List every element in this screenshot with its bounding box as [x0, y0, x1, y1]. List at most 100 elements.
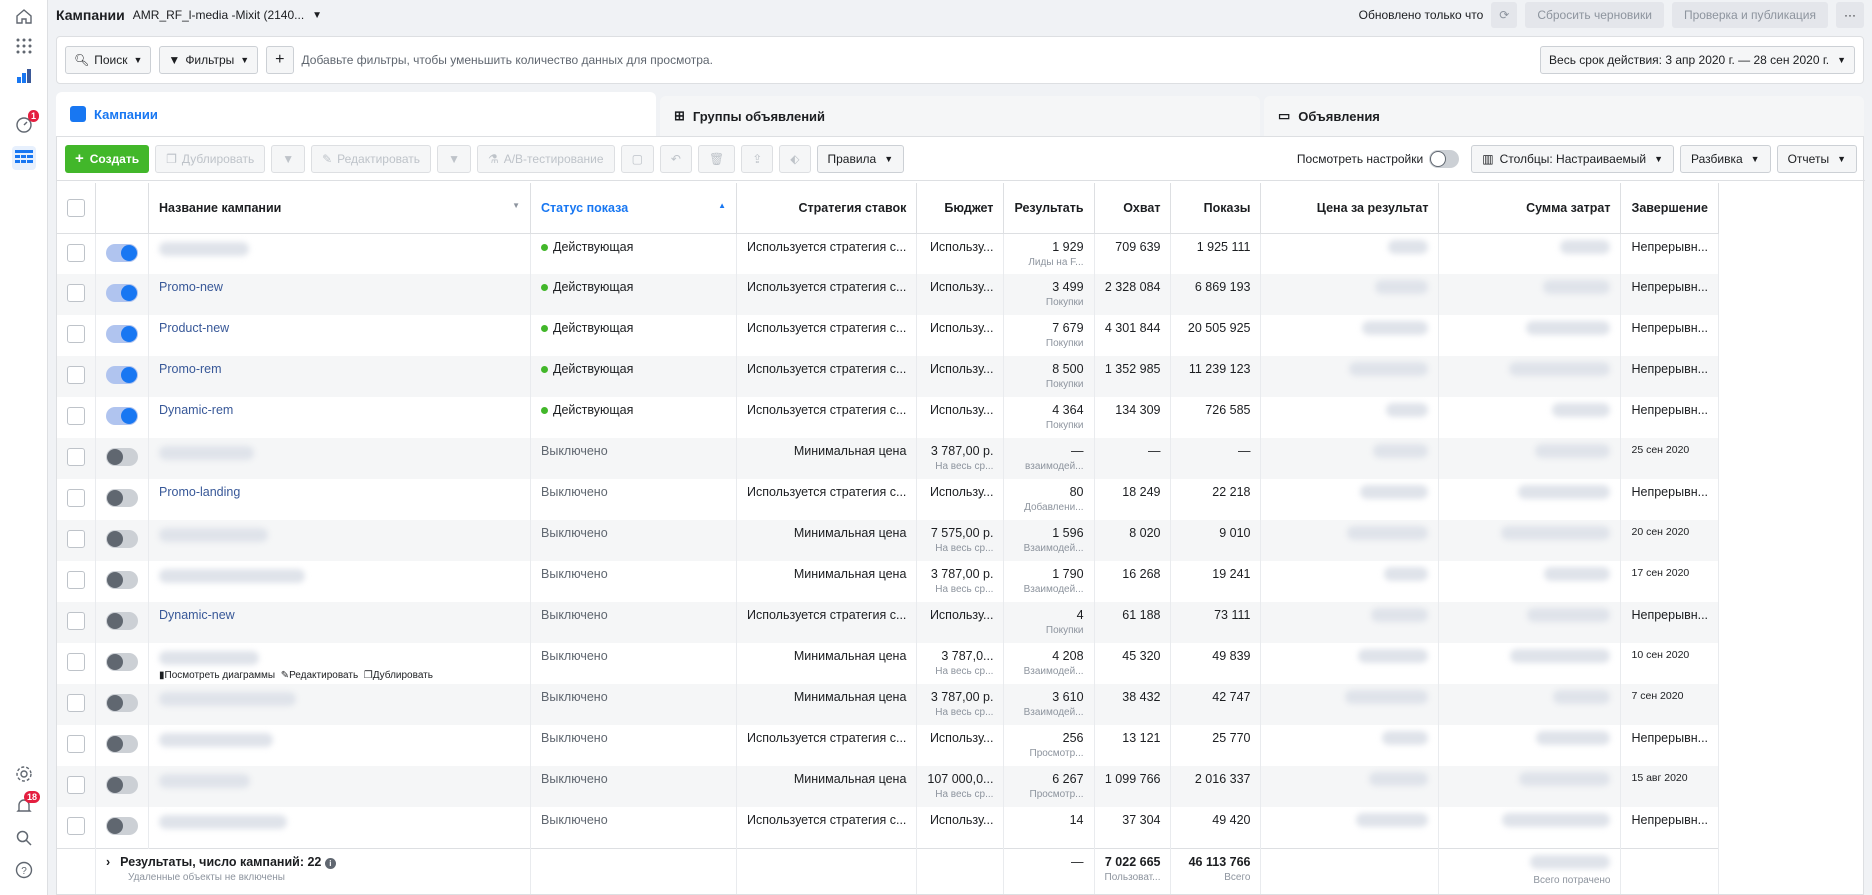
tab-adsets[interactable]: ⊞ Группы объявлений: [660, 96, 1260, 136]
edit-dropdown[interactable]: ▼: [437, 144, 471, 173]
row-toggle[interactable]: [95, 725, 149, 766]
row-checkbox[interactable]: [57, 807, 96, 848]
ads-manager-logo-icon[interactable]: [12, 64, 36, 88]
tab-ads[interactable]: ▭ Объявления: [1264, 96, 1864, 136]
row-toggle[interactable]: [95, 520, 149, 561]
table-row[interactable]: ▮Посмотреть диаграммы ✎Редактировать ❐Ду…: [57, 643, 1720, 684]
row-checkbox[interactable]: [57, 602, 96, 643]
expand-chevron-icon[interactable]: ›: [106, 855, 110, 869]
row-toggle[interactable]: [95, 438, 149, 479]
tag-icon[interactable]: ⬖: [779, 144, 811, 173]
create-button[interactable]: + Создать: [65, 144, 150, 173]
col-impressions[interactable]: Показы: [1170, 183, 1262, 234]
table-row[interactable]: Выключено Минимальная цена 3 787,00 р. На в…: [57, 684, 1720, 725]
row-checkbox[interactable]: [57, 397, 96, 438]
row-toggle[interactable]: [95, 766, 149, 807]
row-toggle[interactable]: [95, 643, 149, 684]
edit-button[interactable]: ✎ Редактировать: [311, 144, 432, 173]
more-options-button[interactable]: ···: [1836, 2, 1864, 28]
view-charts-link[interactable]: Посмотреть диаграммы: [165, 670, 276, 681]
account-selector[interactable]: AMR_RF_l-media -Mixit (2140...: [133, 8, 304, 22]
row-toggle[interactable]: [95, 479, 149, 520]
table-row[interactable]: Выключено Используется стратегия с... Испо…: [57, 725, 1720, 766]
campaign-name-link[interactable]: Promo-new: [159, 280, 223, 294]
col-end[interactable]: Завершение: [1620, 183, 1720, 234]
search-button[interactable]: 🔍︎ Поиск ▼: [65, 46, 152, 74]
col-amount-spent[interactable]: Сумма затрат: [1438, 183, 1622, 234]
col-delivery-status[interactable]: Статус показа ▲: [530, 183, 737, 234]
campaigns-table-icon[interactable]: [12, 146, 36, 170]
columns-button[interactable]: ▥ Столбцы: Настраиваемый ▼: [1471, 144, 1675, 173]
campaign-name-link[interactable]: Product-new: [159, 321, 229, 335]
row-checkbox[interactable]: [57, 725, 96, 766]
edit-link[interactable]: Редактировать: [289, 670, 358, 681]
table-row[interactable]: Выключено Минимальная цена 3 787,00 р. На в…: [57, 561, 1720, 602]
view-settings-toggle[interactable]: [1429, 149, 1460, 168]
row-checkbox[interactable]: [57, 643, 96, 684]
duplicate-button[interactable]: ❐ Дублировать: [155, 144, 266, 173]
tab-campaigns[interactable]: Кампании: [56, 92, 656, 136]
settings-gear-icon[interactable]: [12, 762, 36, 786]
duplicate-link[interactable]: Дублировать: [373, 670, 433, 681]
row-checkbox[interactable]: [57, 520, 96, 561]
row-checkbox[interactable]: [57, 684, 96, 725]
col-cost-per-result[interactable]: Цена за результат: [1260, 183, 1440, 234]
duplicate-dropdown[interactable]: ▼: [271, 144, 306, 173]
table-row[interactable]: Dynamic-new Выключено Используется стратег…: [57, 602, 1720, 643]
table-row[interactable]: Выключено Используется стратегия с... Испо…: [57, 807, 1720, 848]
row-checkbox[interactable]: [57, 315, 96, 356]
row-toggle[interactable]: [95, 315, 149, 356]
chevron-down-icon[interactable]: ▼: [312, 10, 322, 21]
rules-button[interactable]: Правила ▼: [816, 144, 905, 173]
campaign-name-link[interactable]: Dynamic-new: [159, 608, 235, 622]
col-budget[interactable]: Бюджет: [916, 183, 1005, 234]
row-toggle[interactable]: [95, 807, 149, 848]
table-row[interactable]: Выключено Минимальная цена 7 575,00 р. На в…: [57, 520, 1720, 561]
breakdown-button[interactable]: Разбивка ▼: [1680, 144, 1771, 173]
campaign-name-link[interactable]: Dynamic-rem: [159, 403, 233, 417]
campaign-name-link[interactable]: Promo-landing: [159, 485, 240, 499]
review-publish-button[interactable]: Проверка и публикация: [1671, 2, 1828, 28]
row-checkbox[interactable]: [57, 766, 96, 807]
home-icon[interactable]: [12, 4, 36, 28]
filters-button[interactable]: ▼ Фильтры ▼: [159, 46, 259, 74]
campaign-name-link[interactable]: Promo-rem: [159, 362, 222, 376]
table-row[interactable]: Выключено Минимальная цена 107 000,0... На …: [57, 766, 1720, 807]
col-bid-strategy[interactable]: Стратегия ставок: [736, 183, 918, 234]
row-toggle[interactable]: [95, 233, 149, 274]
row-checkbox[interactable]: [57, 356, 96, 397]
table-row[interactable]: Promo-new Действующая Используется стратег…: [57, 274, 1720, 315]
row-toggle[interactable]: [95, 397, 149, 438]
lock-button[interactable]: ▢: [620, 144, 654, 173]
row-checkbox[interactable]: [57, 561, 96, 602]
row-checkbox[interactable]: [57, 479, 96, 520]
table-row[interactable]: Dynamic-rem Действующая Используется страт…: [57, 397, 1720, 438]
table-row[interactable]: Выключено Минимальная цена 3 787,00 р. На в…: [57, 438, 1720, 479]
row-toggle[interactable]: [95, 356, 149, 397]
table-row[interactable]: Promo-landing Выключено Используется страт…: [57, 479, 1720, 520]
info-icon[interactable]: i: [324, 857, 336, 869]
col-results[interactable]: Результать: [1003, 183, 1095, 234]
search-icon[interactable]: [12, 826, 36, 850]
export-icon[interactable]: ⇪: [741, 144, 774, 173]
row-toggle[interactable]: [95, 561, 149, 602]
row-checkbox[interactable]: [57, 438, 96, 479]
col-campaign-name[interactable]: Название кампании ▼: [148, 183, 531, 234]
apps-grid-icon[interactable]: [12, 34, 36, 58]
row-checkbox[interactable]: [57, 274, 96, 315]
reports-button[interactable]: Отчеты ▼: [1776, 144, 1857, 173]
trash-icon[interactable]: 🗑︎: [697, 144, 736, 173]
row-toggle[interactable]: [95, 602, 149, 643]
row-toggle[interactable]: [95, 684, 149, 725]
table-row[interactable]: Действующая Используется стратегия с... Ис…: [57, 233, 1720, 274]
table-row[interactable]: Promo-rem Действующая Используется стратег…: [57, 356, 1720, 397]
date-range-picker[interactable]: Весь срок действия: 3 апр 2020 г. — 28 с…: [1540, 46, 1855, 74]
add-filter-button[interactable]: +: [266, 46, 294, 74]
row-toggle[interactable]: [95, 274, 149, 315]
select-all-checkbox[interactable]: [57, 183, 96, 234]
col-reach[interactable]: Охват: [1094, 183, 1172, 234]
ab-test-button[interactable]: ⚗ A/B-тестирование: [476, 144, 615, 173]
undo-icon[interactable]: ↶: [659, 144, 692, 173]
table-row[interactable]: Product-new Действующая Используется страт…: [57, 315, 1720, 356]
help-icon[interactable]: ?: [12, 858, 36, 882]
